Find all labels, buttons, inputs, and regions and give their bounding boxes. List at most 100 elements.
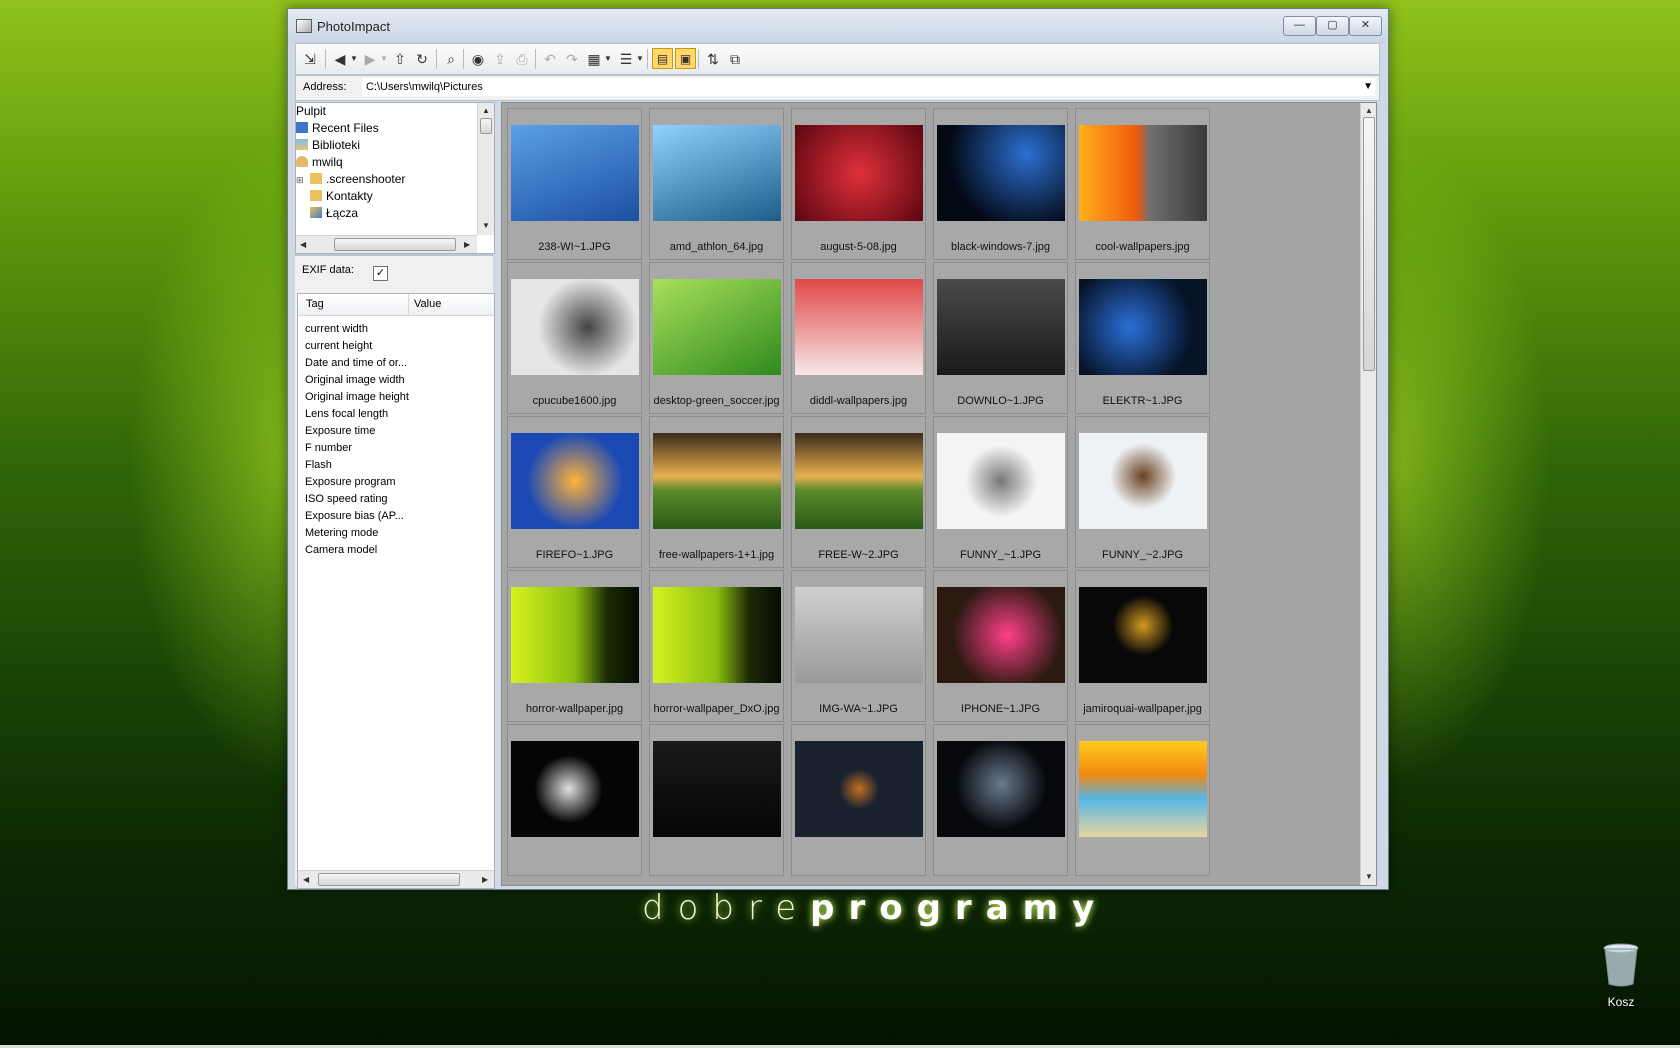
exif-row[interactable]: Exposure program [305, 474, 396, 490]
thumbnail-item[interactable]: amd_athlon_64.jpg [649, 108, 784, 260]
exif-row[interactable]: Original image width [305, 372, 405, 388]
rotate-right-icon[interactable]: ↷ [562, 49, 582, 69]
thumbnail-image[interactable] [937, 279, 1065, 375]
title-bar[interactable]: PhotoImpact — ▢ ✕ [288, 9, 1388, 43]
scroll-left-icon[interactable]: ◀ [303, 875, 309, 884]
scroll-thumb[interactable] [1363, 117, 1375, 371]
thumbnail-image[interactable] [1079, 587, 1207, 683]
address-dropdown-icon[interactable]: ▼ [1363, 81, 1373, 92]
thumbnail-item[interactable] [649, 724, 784, 876]
exif-row[interactable]: F number [305, 440, 352, 456]
scroll-up-icon[interactable]: ▲ [482, 106, 490, 115]
scroll-right-icon[interactable]: ▶ [464, 240, 470, 249]
sort-icon[interactable]: ⇅ [703, 49, 723, 69]
exif-row[interactable]: Lens focal length [305, 406, 388, 422]
scroll-thumb[interactable] [480, 118, 492, 134]
exif-row[interactable]: Exposure bias (AP... [305, 508, 404, 524]
column-divider[interactable] [408, 294, 409, 315]
thumbnail-image[interactable] [1079, 279, 1207, 375]
column-header-tag[interactable]: Tag [306, 298, 324, 310]
thumbnail-item[interactable]: diddl-wallpapers.jpg [791, 262, 926, 414]
thumbnail-item[interactable]: cpucube1600.jpg [507, 262, 642, 414]
thumbnail-image[interactable] [937, 587, 1065, 683]
thumbnail-image[interactable] [653, 587, 781, 683]
scroll-thumb[interactable] [334, 238, 456, 251]
rotate-left-icon[interactable]: ↶ [540, 49, 560, 69]
thumbnail-image[interactable] [1079, 125, 1207, 221]
thumbnail-item[interactable] [791, 724, 926, 876]
thumbnail-item[interactable]: desktop-green_soccer.jpg [649, 262, 784, 414]
exif-row[interactable]: current height [305, 338, 372, 354]
exif-row[interactable]: Camera model [305, 542, 377, 558]
thumbnail-image[interactable] [937, 433, 1065, 529]
exif-row[interactable]: Exposure time [305, 423, 375, 439]
exif-row[interactable]: ISO speed rating [305, 491, 388, 507]
thumbnail-image[interactable] [937, 125, 1065, 221]
scroll-down-icon[interactable]: ▼ [482, 221, 490, 230]
thumbnail-image[interactable] [937, 741, 1065, 837]
thumbnail-item[interactable] [933, 724, 1068, 876]
tree-item-biblioteki[interactable]: Biblioteki [296, 137, 360, 154]
exif-horizontal-scrollbar[interactable]: ◀ ▶ [298, 870, 494, 888]
print-icon[interactable]: ⎙ [512, 49, 532, 69]
thumbnail-item[interactable]: jamiroquai-wallpaper.jpg [1075, 570, 1210, 722]
close-button[interactable]: ✕ [1349, 16, 1382, 36]
expand-icon[interactable]: ⊞ [296, 172, 306, 189]
up-folder-icon[interactable]: ⇧ [390, 49, 410, 69]
info-panel-toggle-icon[interactable]: ▣ [675, 48, 696, 69]
view-mode-dropdown-icon[interactable]: ▼ [598, 49, 618, 69]
thumbnail-item[interactable]: cool-wallpapers.jpg [1075, 108, 1210, 260]
scroll-up-icon[interactable]: ▲ [1365, 106, 1373, 115]
scroll-right-icon[interactable]: ▶ [482, 875, 488, 884]
thumbnail-image[interactable] [653, 741, 781, 837]
thumbnail-item[interactable]: FUNNY_~1.JPG [933, 416, 1068, 568]
tree-item-kontakty[interactable]: Kontakty [310, 188, 373, 205]
exif-row[interactable]: Metering mode [305, 525, 378, 541]
thumbnail-item[interactable]: august-5-08.jpg [791, 108, 926, 260]
thumbnail-image[interactable] [511, 125, 639, 221]
tree-item-mwilq[interactable]: mwilq [296, 154, 343, 171]
thumbnail-image[interactable] [795, 741, 923, 837]
tree-item-screenshooter[interactable]: ⊞ .screenshooter [296, 171, 405, 188]
scroll-thumb[interactable] [318, 873, 460, 886]
folder-tree-toggle-icon[interactable]: ▤ [652, 48, 673, 69]
thumbnails-vertical-scrollbar[interactable]: ▲ ▼ [1360, 103, 1376, 885]
thumbnail-item[interactable] [1075, 724, 1210, 876]
thumbnail-image[interactable] [795, 125, 923, 221]
exif-row[interactable]: Date and time of or... [305, 355, 407, 371]
camera-icon[interactable]: ◉ [468, 49, 488, 69]
tree-horizontal-scrollbar[interactable]: ◀ ▶ [296, 235, 477, 253]
maximize-button[interactable]: ▢ [1316, 16, 1349, 36]
thumbnail-image[interactable] [795, 587, 923, 683]
exif-row[interactable]: current width [305, 321, 368, 337]
thumbnail-image[interactable] [1079, 741, 1207, 837]
copy-icon[interactable]: ⧉ [725, 49, 745, 69]
thumbnail-image[interactable] [511, 433, 639, 529]
thumbnail-image[interactable] [511, 741, 639, 837]
thumbnail-item[interactable]: free-wallpapers-1+1.jpg [649, 416, 784, 568]
address-input[interactable] [362, 78, 1375, 96]
thumbnail-item[interactable]: horror-wallpaper.jpg [507, 570, 642, 722]
recycle-bin-icon[interactable] [1601, 942, 1641, 988]
exif-row[interactable]: Flash [305, 457, 332, 473]
tree-item-lacza[interactable]: Łącza [310, 205, 358, 222]
tree-item-recent-files[interactable]: Recent Files [296, 120, 379, 137]
refresh-icon[interactable]: ↻ [412, 49, 432, 69]
thumbnail-item[interactable]: horror-wallpaper_DxO.jpg [649, 570, 784, 722]
tree-item-pulpit[interactable]: Pulpit [296, 103, 326, 120]
share-icon[interactable]: ⇪ [490, 49, 510, 69]
thumbnail-item[interactable]: 238-WI~1.JPG [507, 108, 642, 260]
minimize-button[interactable]: — [1283, 16, 1316, 36]
scroll-left-icon[interactable]: ◀ [300, 240, 306, 249]
thumbnail-image[interactable] [653, 433, 781, 529]
thumbnail-image[interactable] [795, 279, 923, 375]
thumbnail-item[interactable]: IMG-WA~1.JPG [791, 570, 926, 722]
thumbnail-item[interactable]: FIREFO~1.JPG [507, 416, 642, 568]
thumbnail-item[interactable]: ELEKTR~1.JPG [1075, 262, 1210, 414]
thumbnail-item[interactable] [507, 724, 642, 876]
thumbnail-item[interactable]: FREE-W~2.JPG [791, 416, 926, 568]
scroll-down-icon[interactable]: ▼ [1365, 872, 1373, 881]
thumbnail-image[interactable] [511, 279, 639, 375]
thumbnail-image[interactable] [1079, 433, 1207, 529]
thumbnail-image[interactable] [795, 433, 923, 529]
